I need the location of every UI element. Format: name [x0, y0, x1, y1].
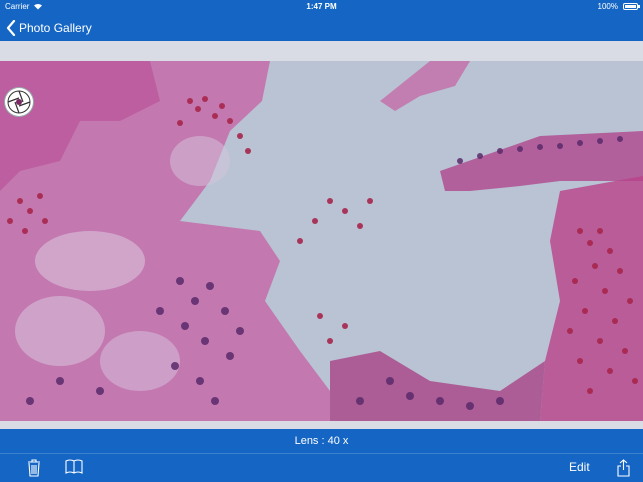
- shutter-glyph: [7, 90, 31, 114]
- back-button-label: Photo Gallery: [19, 20, 92, 35]
- bottom-toolbar: Edit: [0, 453, 643, 482]
- share-icon: [617, 459, 630, 477]
- delete-button[interactable]: [27, 459, 41, 482]
- library-button[interactable]: [65, 459, 83, 480]
- book-icon: [65, 459, 83, 474]
- lens-label: Lens : 40 x: [0, 429, 643, 453]
- edit-button[interactable]: Edit: [569, 460, 590, 474]
- share-button[interactable]: [617, 459, 630, 482]
- aperture-icon[interactable]: [5, 88, 33, 116]
- battery-percent: 100%: [597, 2, 618, 11]
- navigation-bar: Photo Gallery: [0, 14, 643, 41]
- status-time: 1:47 PM: [306, 2, 337, 11]
- battery-icon: [623, 3, 638, 10]
- status-bar: Carrier 1:47 PM 100%: [0, 0, 643, 14]
- battery-cap: [638, 5, 640, 8]
- trash-icon: [28, 459, 40, 477]
- back-button[interactable]: Photo Gallery: [6, 19, 92, 36]
- chevron-left-icon: [6, 19, 16, 36]
- photo-viewer[interactable]: [0, 41, 643, 429]
- microscope-photo: [0, 61, 643, 421]
